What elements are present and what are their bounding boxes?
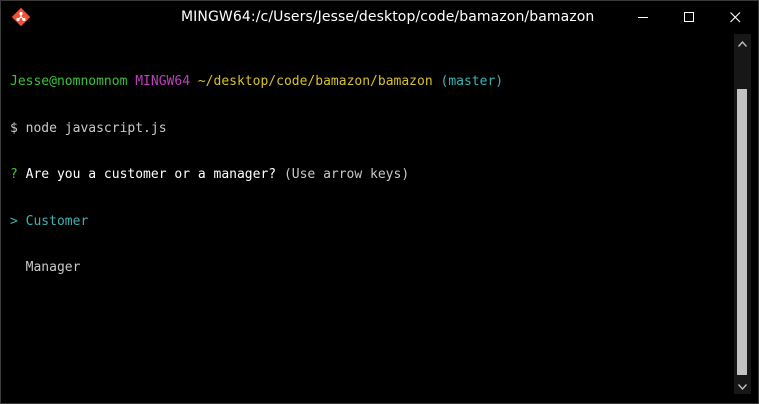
choice-item-customer[interactable]: > Customer: [10, 214, 733, 230]
scroll-down-button[interactable]: [734, 377, 751, 394]
choice-item-manager[interactable]: Manager: [10, 260, 733, 276]
prompt-path: ~/desktop/code/bamazon/bamazon: [197, 74, 433, 89]
close-icon: [729, 11, 741, 23]
scroll-up-button[interactable]: [734, 34, 751, 51]
question-text: Are you a customer or a manager?: [25, 167, 277, 182]
choice-label-manager: Manager: [25, 260, 81, 275]
scroll-thumb[interactable]: [737, 89, 747, 375]
title-bar[interactable]: MINGW64:/c/Users/Jesse/desktop/code/bama…: [1, 1, 758, 33]
minimize-icon: [637, 12, 649, 23]
choice-pointer: [10, 260, 18, 275]
maximize-icon: [683, 11, 695, 23]
prompt-branch: (master): [440, 74, 504, 89]
terminal-output[interactable]: Jesse@nomnomnom MINGW64 ~/desktop/code/b…: [1, 33, 733, 403]
minimize-button[interactable]: [620, 1, 666, 33]
git-diamond-icon[interactable]: [11, 7, 31, 27]
prompt-line: Jesse@nomnomnom MINGW64 ~/desktop/code/b…: [10, 74, 733, 90]
command-text: node javascript.js: [25, 120, 167, 136]
vertical-scrollbar[interactable]: [734, 34, 751, 394]
choice-label-customer: Customer: [25, 213, 89, 229]
command-line: $ node javascript.js: [10, 121, 733, 137]
question-line: ? Are you a customer or a manager? (Use …: [10, 167, 733, 183]
chevron-up-icon: [737, 34, 748, 52]
question-marker: ?: [10, 167, 18, 182]
question-hint: (Use arrow keys): [283, 167, 410, 182]
prompt-system: MINGW64: [135, 74, 191, 89]
maximize-button[interactable]: [666, 1, 712, 33]
close-button[interactable]: [712, 1, 758, 33]
window-title: MINGW64:/c/Users/Jesse/desktop/code/bama…: [181, 9, 595, 25]
chevron-down-icon: [737, 377, 748, 395]
choice-pointer: >: [10, 213, 18, 229]
prompt-user-host: Jesse@nomnomnom: [10, 74, 128, 89]
terminal-window: MINGW64:/c/Users/Jesse/desktop/code/bama…: [0, 0, 759, 404]
command-symbol: $: [10, 120, 18, 136]
